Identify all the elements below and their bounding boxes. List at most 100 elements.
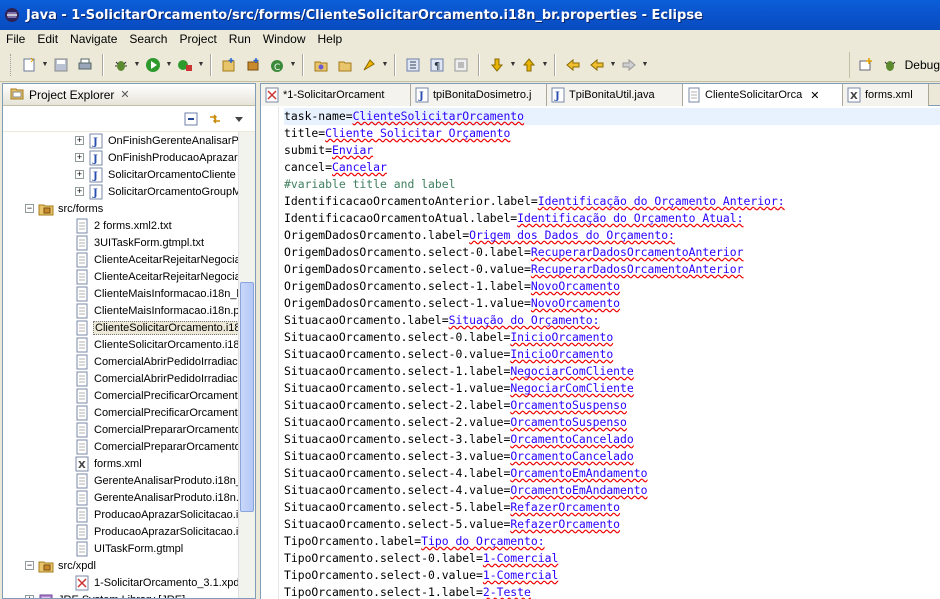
new-java-project-icon[interactable]	[218, 54, 240, 76]
collapse-icon[interactable]: −	[25, 204, 34, 213]
menu-help[interactable]: Help	[312, 30, 349, 48]
code-line[interactable]: submit=Enviar	[284, 142, 940, 159]
new-dropdown-icon[interactable]: ▼	[41, 54, 49, 76]
tree-item[interactable]: ComercialPrecificarOrcamento.	[3, 387, 239, 404]
code-line[interactable]: SituacaoOrcamento.select-4.value=Orcamen…	[284, 482, 940, 499]
project-tree[interactable]: + J OnFinishGerenteAnalisarPr + J OnFinishPro…	[3, 132, 239, 598]
open-type-icon[interactable]	[310, 54, 332, 76]
editor-tab[interactable]: ClienteSolicitarOrca ✕	[683, 84, 843, 106]
close-tab-icon[interactable]: ✕	[810, 89, 819, 102]
tree-item[interactable]: + J SolicitarOrcamentoGroupM	[3, 183, 239, 200]
run-dropdown-icon[interactable]: ▼	[165, 54, 173, 76]
forward-dropdown-icon[interactable]: ▼	[641, 54, 649, 76]
code-line[interactable]: IdentificacaoOrcamentoAnterior.label=Ide…	[284, 193, 940, 210]
code-line[interactable]: OrigemDadosOrcamento.select-0.value=Recu…	[284, 261, 940, 278]
new-icon[interactable]	[18, 54, 40, 76]
code-line[interactable]: TipoOrcamento.label=Tipo do Orçamento:	[284, 533, 940, 550]
editor-tab[interactable]: *1-SolicitarOrcament	[261, 84, 411, 106]
explorer-scrollbar-thumb[interactable]	[240, 282, 254, 512]
code-line[interactable]: SituacaoOrcamento.select-1.label=Negocia…	[284, 363, 940, 380]
tree-item[interactable]: ComercialPrepararOrcamento.i	[3, 438, 239, 455]
search-dropdown-icon[interactable]: ▼	[381, 54, 389, 76]
previous-annotation-icon[interactable]	[518, 54, 540, 76]
debug-perspective-label[interactable]: Debug	[905, 58, 940, 72]
debug-dropdown-icon[interactable]: ▼	[133, 54, 141, 76]
external-tools-dropdown-icon[interactable]: ▼	[197, 54, 205, 76]
debug-perspective-icon[interactable]	[879, 54, 901, 76]
print-icon[interactable]	[74, 54, 96, 76]
new-class-dropdown-icon[interactable]: ▼	[289, 54, 297, 76]
tree-item[interactable]: ClienteSolicitarOrcamento.i18n	[3, 336, 239, 353]
code-line[interactable]: OrigemDadosOrcamento.select-1.value=Novo…	[284, 295, 940, 312]
external-tools-icon[interactable]	[174, 54, 196, 76]
back-dropdown-icon[interactable]: ▼	[609, 54, 617, 76]
tree-item[interactable]: ComercialPrepararOrcamento.i	[3, 421, 239, 438]
code-line[interactable]: cancel=Cancelar	[284, 159, 940, 176]
code-line[interactable]: SituacaoOrcamento.select-0.value=InicioO…	[284, 346, 940, 363]
tree-item[interactable]: + J OnFinishGerenteAnalisarPr	[3, 132, 239, 149]
properties-editor-text[interactable]: task-name=ClienteSolicitarOrcamento title…	[284, 108, 940, 599]
tree-item[interactable]: UITaskForm.gtmpl	[3, 540, 239, 557]
tree-folder[interactable]: − src/forms	[3, 200, 239, 217]
tree-item[interactable]: + J SolicitarOrcamentoCliente	[3, 166, 239, 183]
tree-item[interactable]: 1-SolicitarOrcamento_3.1.xpdl	[3, 574, 239, 591]
tree-item[interactable]: ComercialAbrirPedidoIrradiacao	[3, 370, 239, 387]
next-annotation-dropdown-icon[interactable]: ▼	[509, 54, 517, 76]
back-icon[interactable]	[586, 54, 608, 76]
code-line[interactable]: SituacaoOrcamento.select-1.value=Negocia…	[284, 380, 940, 397]
tree-item[interactable]: ClienteMaisInformacao.i18n.pr	[3, 302, 239, 319]
tree-item[interactable]: 2 forms.xml2.txt	[3, 217, 239, 234]
tree-folder[interactable]: − src/xpdl	[3, 557, 239, 574]
tree-item[interactable]: ComercialPrecificarOrcamento.	[3, 404, 239, 421]
forward-icon[interactable]	[618, 54, 640, 76]
tree-item[interactable]: + JRE System Library [JRE]	[3, 591, 239, 598]
explorer-scrollbar[interactable]	[238, 132, 255, 598]
menu-navigate[interactable]: Navigate	[64, 30, 123, 48]
tree-item[interactable]: ProducaoAprazarSolicitacao.i18	[3, 523, 239, 540]
code-line[interactable]: TipoOrcamento.select-1.label=2-Teste	[284, 584, 940, 599]
menu-edit[interactable]: Edit	[31, 30, 64, 48]
code-line[interactable]: SituacaoOrcamento.select-0.label=InicioO…	[284, 329, 940, 346]
code-line[interactable]: SituacaoOrcamento.select-3.label=Orcamen…	[284, 431, 940, 448]
menu-project[interactable]: Project	[173, 30, 222, 48]
expand-icon[interactable]: +	[25, 595, 34, 598]
tree-item[interactable]: Xforms.xml	[3, 455, 239, 472]
code-line[interactable]: SituacaoOrcamento.select-5.label=Refazer…	[284, 499, 940, 516]
tree-item[interactable]: GerenteAnalisarProduto.i18n_b	[3, 472, 239, 489]
expand-icon[interactable]: +	[75, 153, 84, 162]
tree-item[interactable]: ClienteMaisInformacao.i18n_br	[3, 285, 239, 302]
last-edit-location-icon[interactable]	[562, 54, 584, 76]
editor-tab[interactable]: J TpiBonitaUtil.java	[547, 84, 683, 106]
tree-item[interactable]: ClienteAceitarRejeitarNegociar	[3, 268, 239, 285]
open-perspective-icon[interactable]	[855, 54, 877, 76]
open-folder-icon[interactable]	[334, 54, 356, 76]
code-line[interactable]: OrigemDadosOrcamento.label=Origem dos Da…	[284, 227, 940, 244]
new-package-icon[interactable]	[242, 54, 264, 76]
code-line[interactable]: IdentificacaoOrcamentoAtual.label=Identi…	[284, 210, 940, 227]
new-class-icon[interactable]: C	[266, 54, 288, 76]
expand-icon[interactable]: +	[75, 136, 84, 145]
code-line[interactable]: SituacaoOrcamento.label=Situação do Orça…	[284, 312, 940, 329]
code-line[interactable]: TipoOrcamento.select-0.value=1-Comercial	[284, 567, 940, 584]
code-line[interactable]: TipoOrcamento.select-0.label=1-Comercial	[284, 550, 940, 567]
menu-file[interactable]: File	[0, 30, 31, 48]
tree-item[interactable]: ComercialAbrirPedidoIrradiacao	[3, 353, 239, 370]
close-icon[interactable]: ✕	[120, 88, 129, 101]
code-line[interactable]: SituacaoOrcamento.select-2.label=Orcamen…	[284, 397, 940, 414]
previous-annotation-dropdown-icon[interactable]: ▼	[541, 54, 549, 76]
collapse-icon[interactable]: −	[25, 561, 34, 570]
tree-item[interactable]: + J OnFinishProducaoAprazarS	[3, 149, 239, 166]
expand-icon[interactable]: +	[75, 187, 84, 196]
search-icon[interactable]	[358, 54, 380, 76]
block-selection-icon[interactable]	[450, 54, 472, 76]
code-line[interactable]: SituacaoOrcamento.select-4.label=Orcamen…	[284, 465, 940, 482]
collapse-all-icon[interactable]	[180, 108, 202, 130]
link-with-editor-icon[interactable]	[204, 108, 226, 130]
menu-search[interactable]: Search	[123, 30, 173, 48]
code-line[interactable]: task-name=ClienteSolicitarOrcamento	[284, 108, 940, 125]
debug-icon[interactable]	[110, 54, 132, 76]
tree-item[interactable]: GerenteAnalisarProduto.i18n.p	[3, 489, 239, 506]
menu-run[interactable]: Run	[223, 30, 257, 48]
toggle-mark-occurrences-icon[interactable]	[402, 54, 424, 76]
tree-item[interactable]: ClienteAceitarRejeitarNegociar	[3, 251, 239, 268]
